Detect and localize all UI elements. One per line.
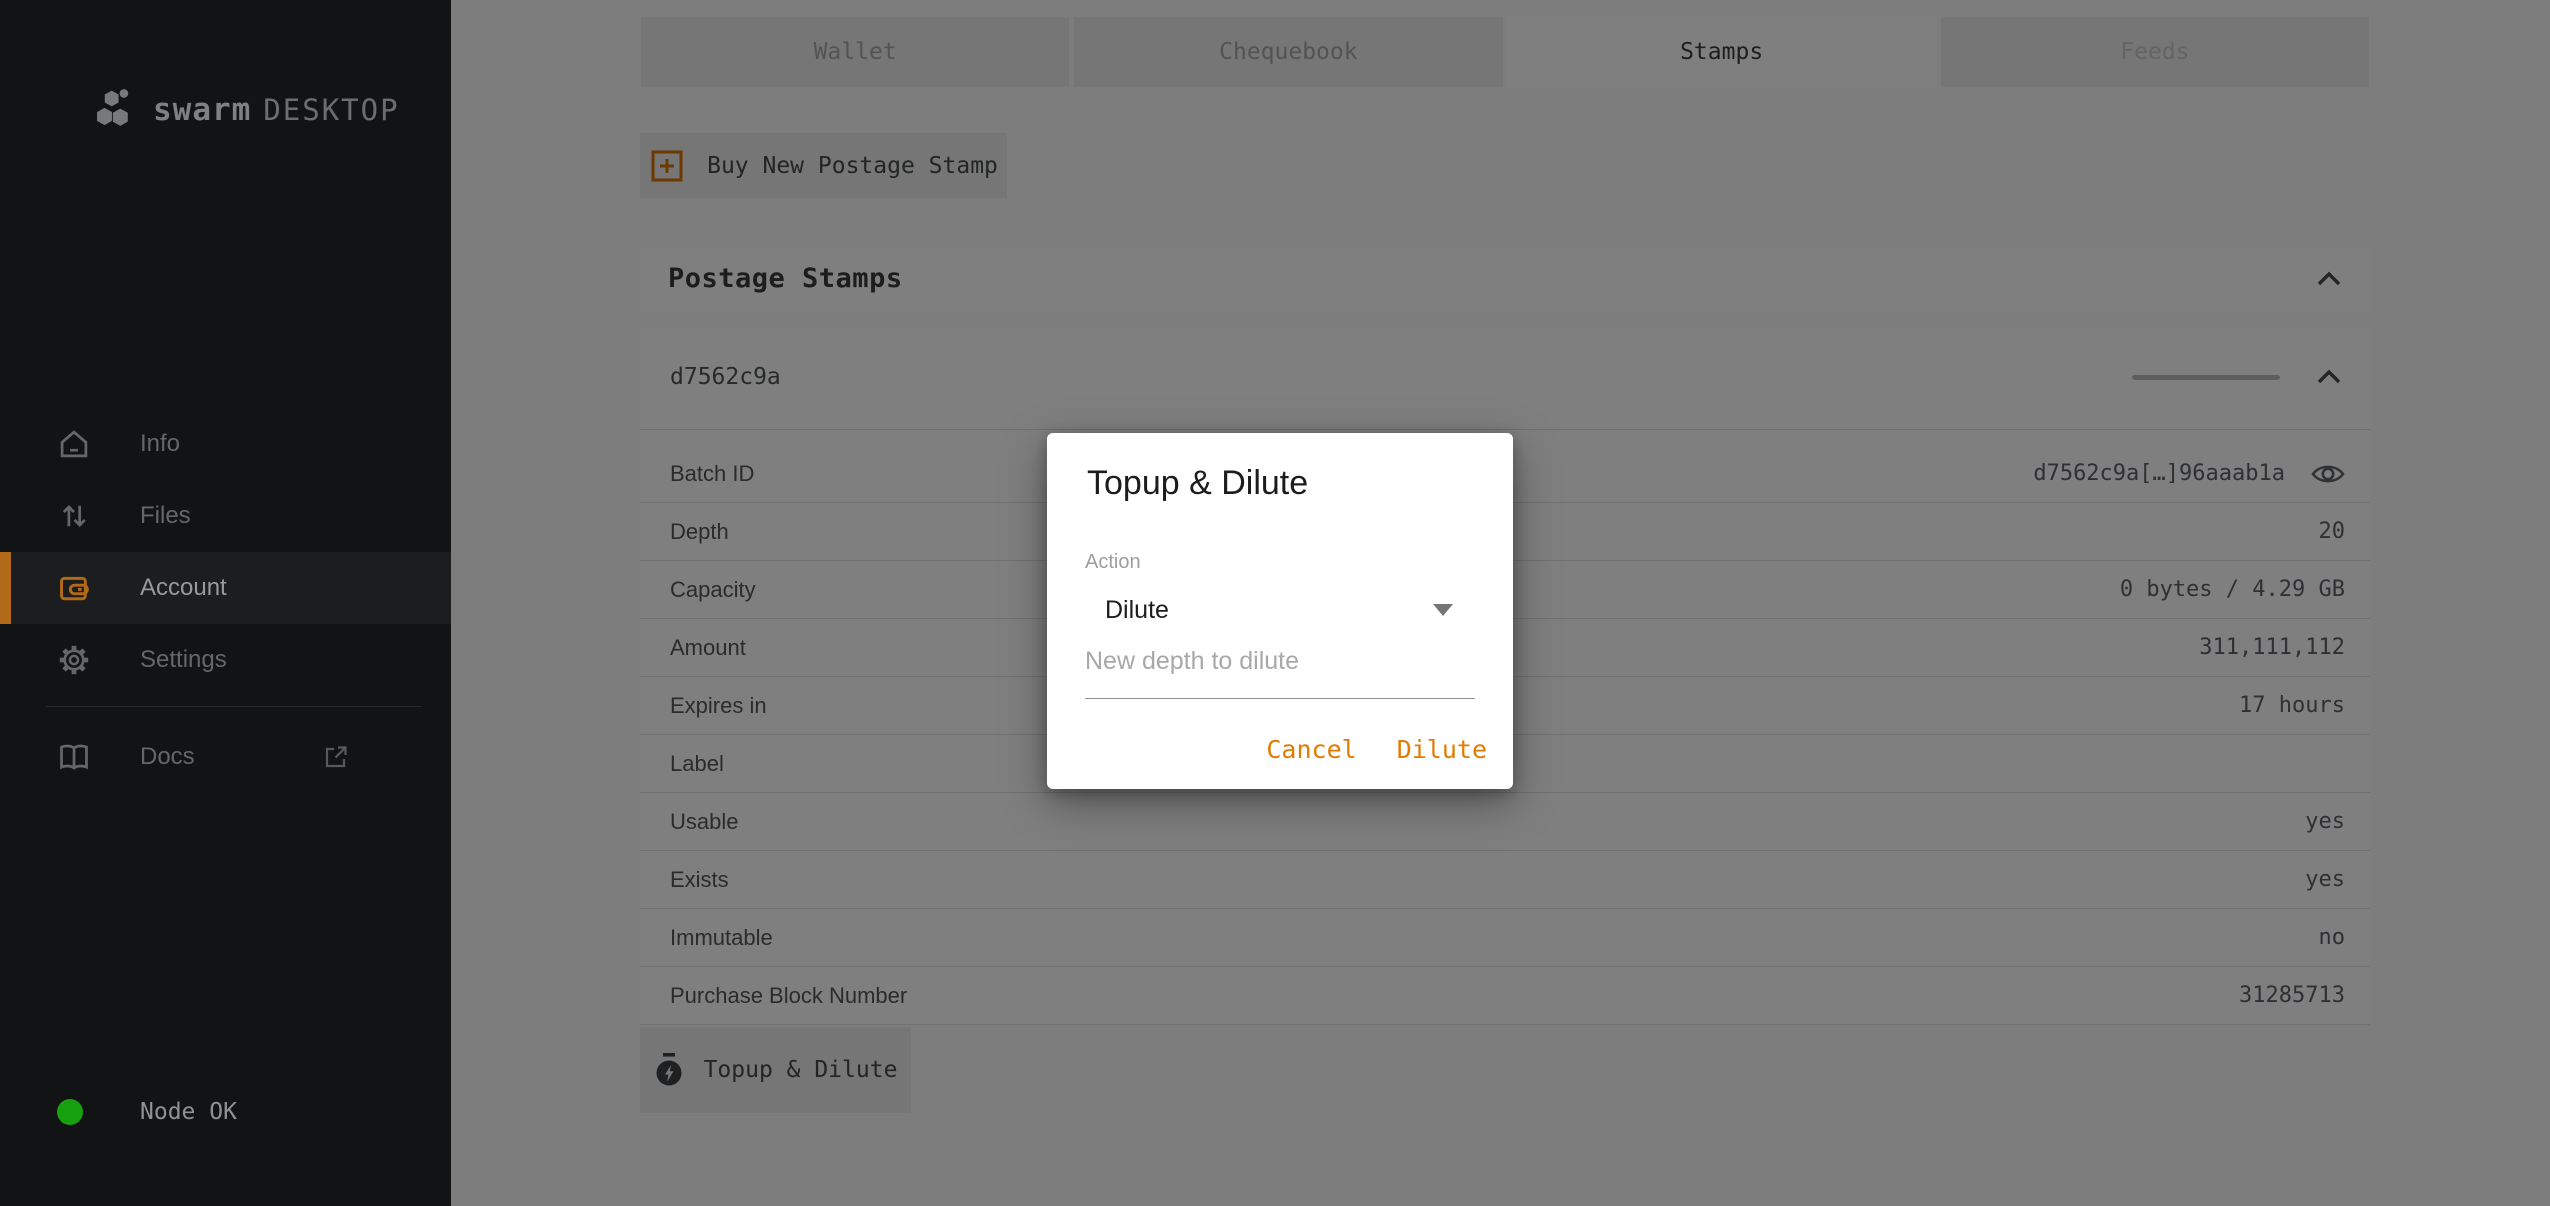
sidebar-item-label: Info bbox=[140, 430, 180, 458]
node-status: Node OK bbox=[0, 1086, 451, 1206]
wallet-icon bbox=[57, 571, 91, 605]
dialog-actions: Cancel Dilute bbox=[1047, 735, 1513, 765]
book-icon bbox=[57, 740, 91, 774]
sidebar-nav: Info Files bbox=[0, 408, 451, 793]
transfer-arrows-icon bbox=[57, 499, 91, 533]
sidebar-item-info[interactable]: Info bbox=[0, 408, 451, 480]
new-depth-input[interactable] bbox=[1085, 647, 1475, 699]
cancel-button[interactable]: Cancel bbox=[1266, 735, 1356, 765]
brand-name: swarm bbox=[153, 92, 251, 128]
gear-icon bbox=[57, 643, 91, 677]
dialog-title: Topup & Dilute bbox=[1087, 461, 1473, 505]
node-status-label: Node OK bbox=[140, 1099, 237, 1125]
app-window: swarm DESKTOP Info bbox=[0, 0, 2550, 1206]
product-name: DESKTOP bbox=[263, 93, 399, 127]
sidebar-item-account[interactable]: Account bbox=[0, 552, 451, 624]
home-icon bbox=[57, 427, 91, 461]
sidebar-item-label: Files bbox=[140, 502, 191, 530]
sidebar-item-settings[interactable]: Settings bbox=[0, 624, 451, 696]
sidebar-item-files[interactable]: Files bbox=[0, 480, 451, 552]
action-select[interactable]: Dilute bbox=[1085, 589, 1475, 631]
sidebar-item-docs[interactable]: Docs bbox=[0, 721, 451, 793]
sidebar-divider bbox=[46, 706, 421, 707]
sidebar-item-label: Settings bbox=[140, 646, 227, 674]
external-link-icon bbox=[322, 743, 350, 771]
swarm-logo: swarm DESKTOP bbox=[93, 86, 400, 134]
topup-dilute-dialog: Topup & Dilute Action Dilute Cancel Dilu… bbox=[1047, 433, 1513, 789]
dilute-button[interactable]: Dilute bbox=[1397, 735, 1487, 765]
swarm-logo-icon bbox=[93, 87, 139, 133]
caret-down-icon bbox=[1433, 604, 1453, 616]
sidebar-item-label: Account bbox=[140, 574, 227, 602]
action-select-value: Dilute bbox=[1105, 596, 1169, 625]
sidebar: swarm DESKTOP Info bbox=[0, 0, 451, 1206]
sidebar-item-label: Docs bbox=[140, 743, 195, 771]
node-status-dot bbox=[57, 1099, 83, 1125]
action-label: Action bbox=[1085, 549, 1475, 575]
